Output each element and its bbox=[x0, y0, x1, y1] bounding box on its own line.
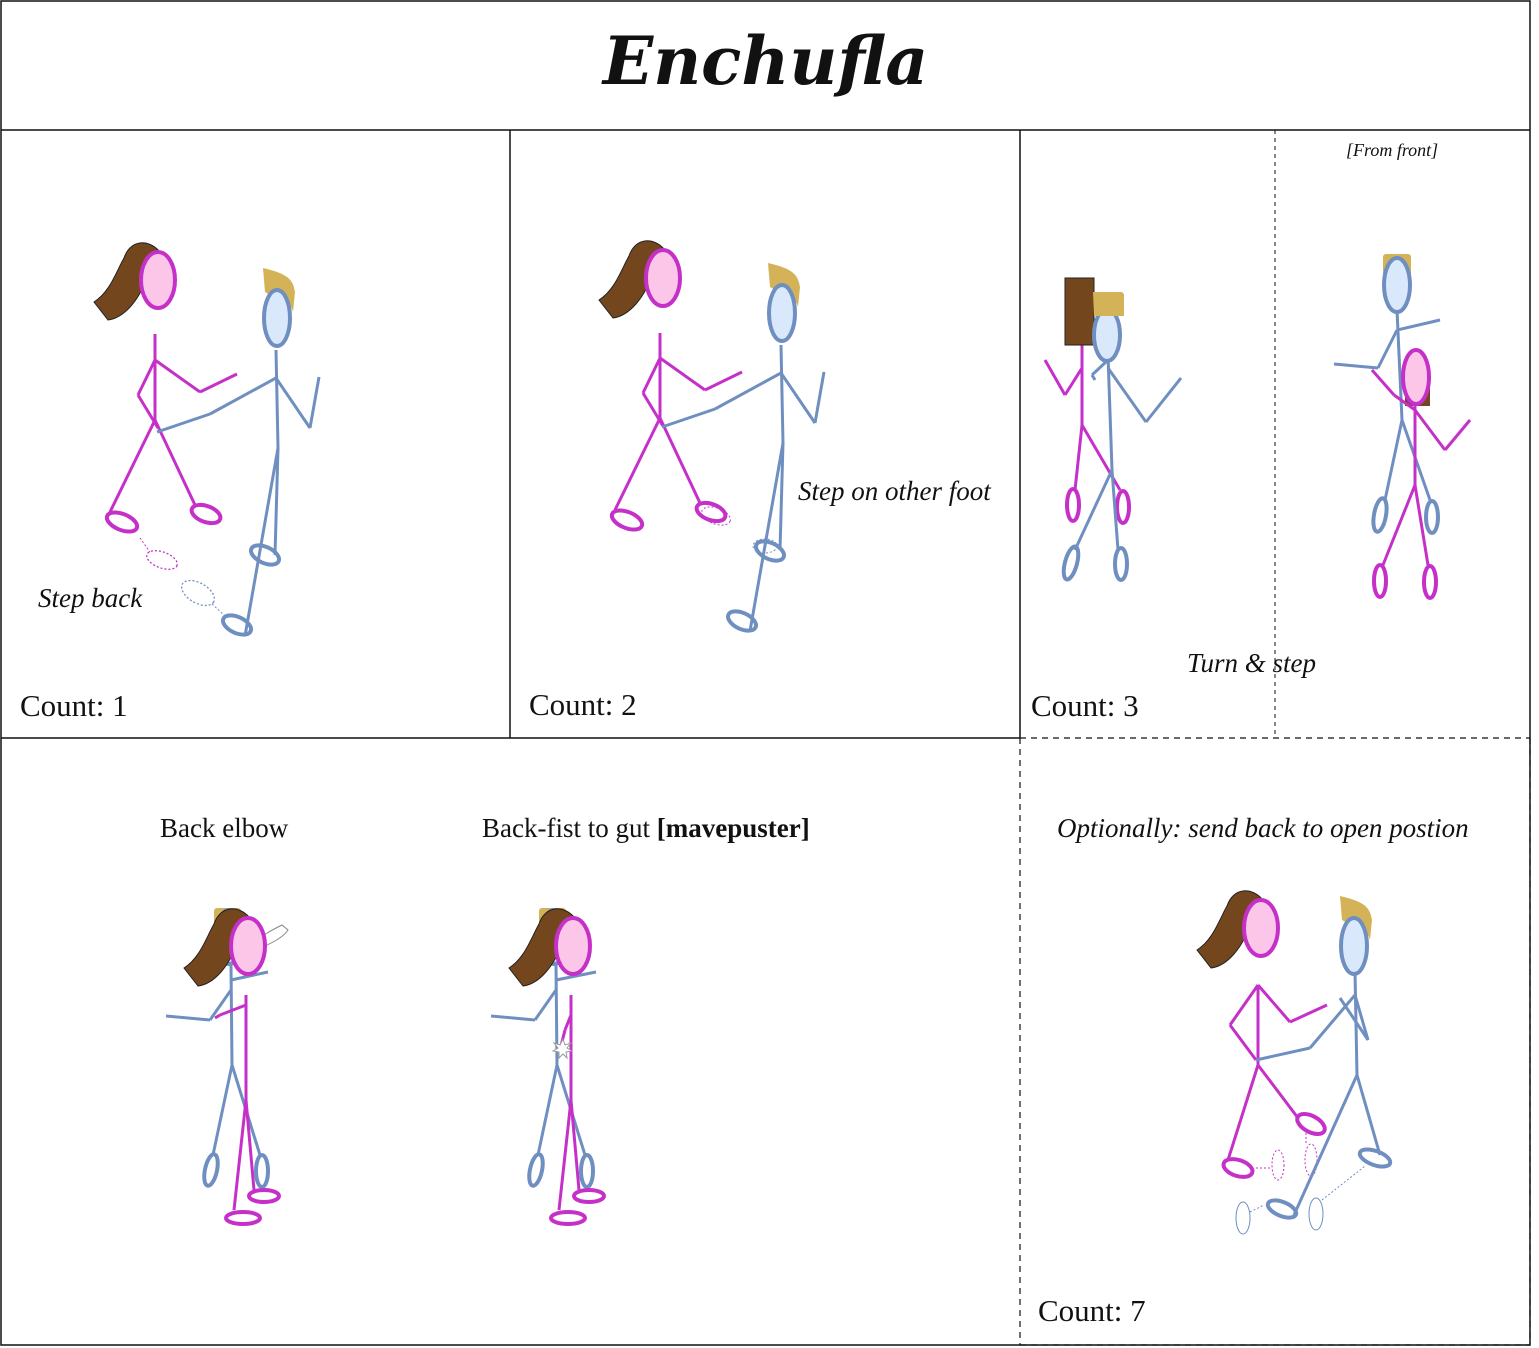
couple-figure-count-7 bbox=[1195, 888, 1393, 1235]
note-turn-step: Turn & step bbox=[1187, 648, 1317, 678]
label-back-fist-text: Back-fist to gut bbox=[482, 813, 657, 843]
label-mavepuster: [mavepuster] bbox=[656, 813, 810, 843]
label-back-fist: Back-fist to gut [mavepuster] bbox=[482, 813, 810, 844]
label-back-elbow: Back elbow bbox=[160, 813, 289, 843]
note-step-back: Step back bbox=[38, 583, 143, 613]
couple-figure-count-3-front bbox=[1333, 254, 1472, 600]
note-from-front: [From front] bbox=[1346, 140, 1439, 160]
couple-figure-count-3-behind bbox=[1043, 277, 1183, 582]
count-label-3: Count: 3 bbox=[1031, 688, 1139, 723]
note-step-other-foot: Step on other foot bbox=[798, 476, 991, 506]
couple-figure-back-elbow bbox=[165, 906, 289, 1226]
note-optionally: Optionally: send back to open postion bbox=[1057, 813, 1469, 843]
page-title: Enchufla bbox=[602, 22, 929, 100]
couple-figure-back-fist bbox=[490, 906, 606, 1226]
count-label-1: Count: 1 bbox=[20, 688, 128, 723]
couple-figure-count-2 bbox=[597, 238, 826, 633]
count-label-2: Count: 2 bbox=[529, 687, 637, 722]
couple-figure-count-1 bbox=[92, 240, 321, 637]
count-label-7: Count: 7 bbox=[1038, 1293, 1146, 1328]
